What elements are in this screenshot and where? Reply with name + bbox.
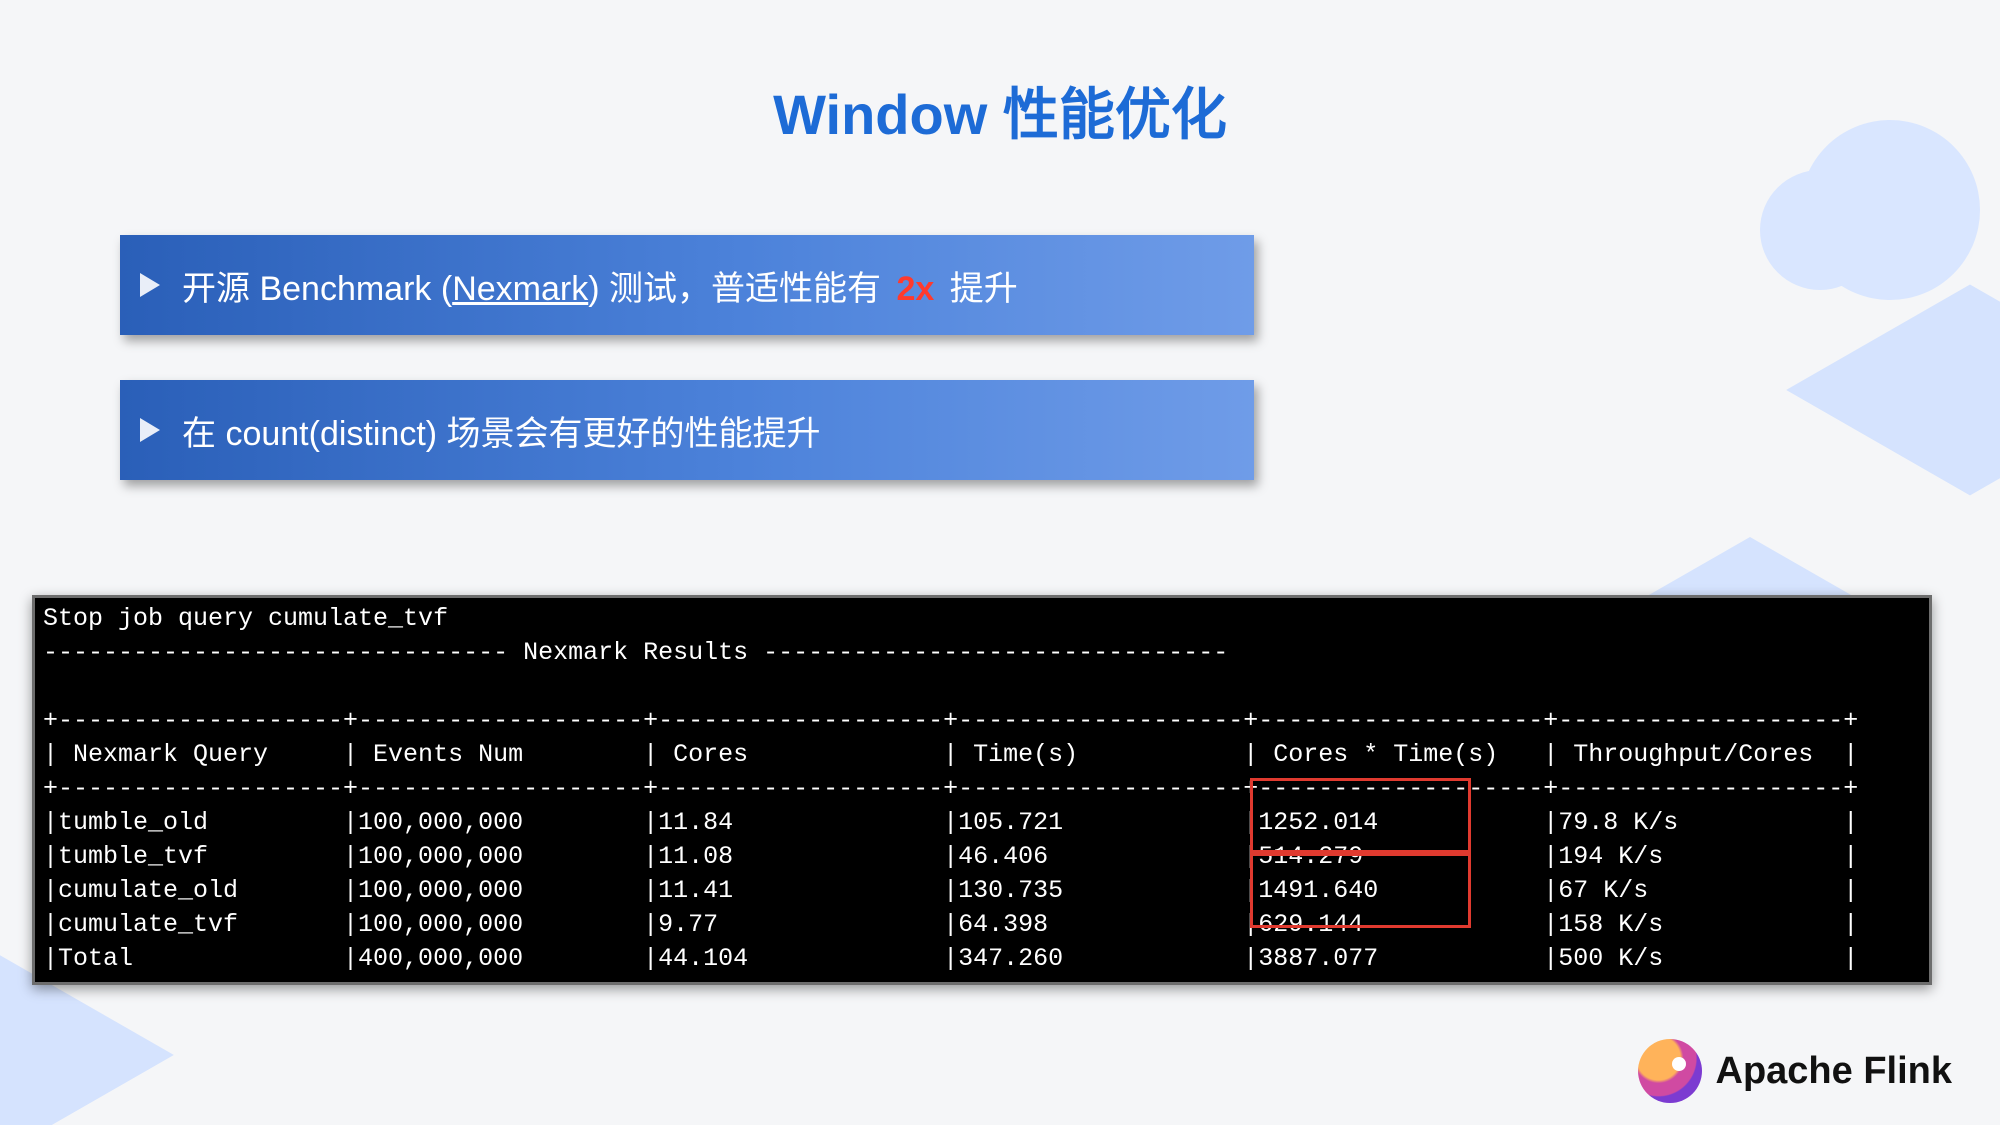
bullet-arrow-icon: [140, 418, 160, 442]
bullet2-text: 在 count(distinct) 场景会有更好的性能提升: [182, 406, 821, 455]
term-ruler-top: +-------------------+-------------------…: [43, 706, 1858, 735]
bg-cube-right: [1786, 285, 2000, 496]
bullet1-link[interactable]: Nexmark: [452, 270, 588, 308]
term-row-0: |tumble_old |100,000,000 |11.84 |105.721…: [43, 808, 1858, 837]
term-ruler-mid: +-------------------+-------------------…: [43, 774, 1858, 803]
terminal-output: Stop job query cumulate_tvf ------------…: [32, 595, 1932, 985]
bullet-arrow-icon: [140, 273, 160, 297]
page-title: Window 性能优化: [0, 70, 2000, 151]
term-columns: | Nexmark Query | Events Num | Cores | T…: [43, 740, 1858, 769]
brand-name: Apache Flink: [1716, 1050, 1953, 1093]
term-row-3: |cumulate_tvf |100,000,000 |9.77 |64.398…: [43, 910, 1858, 939]
term-ruler-bot: +-------------------+-------------------…: [43, 978, 1858, 985]
flink-logo-icon: [1638, 1039, 1702, 1103]
term-row-4: |Total |400,000,000 |44.104 |347.260 |38…: [43, 944, 1858, 973]
bullet1-mid: ) 测试，普适性能有: [588, 270, 881, 308]
term-stopjob: Stop job query cumulate_tvf: [43, 604, 448, 633]
term-row-1: |tumble_tvf |100,000,000 |11.08 |46.406 …: [43, 842, 1858, 871]
bullet-benchmark: 开源 Benchmark (Nexmark) 测试，普适性能有 2x 提升: [120, 235, 1254, 335]
term-results-title: ------------------------------- Nexmark …: [43, 638, 1228, 667]
bullet1-highlight: 2x: [896, 270, 934, 308]
term-row-2: |cumulate_old |100,000,000 |11.41 |130.7…: [43, 876, 1858, 905]
brand-footer: Apache Flink: [1638, 1039, 1953, 1103]
bullet-distinct: 在 count(distinct) 场景会有更好的性能提升: [120, 380, 1254, 480]
bullet1-pre: 开源 Benchmark (: [182, 270, 452, 308]
bullet1-post: 提升: [950, 270, 1018, 308]
